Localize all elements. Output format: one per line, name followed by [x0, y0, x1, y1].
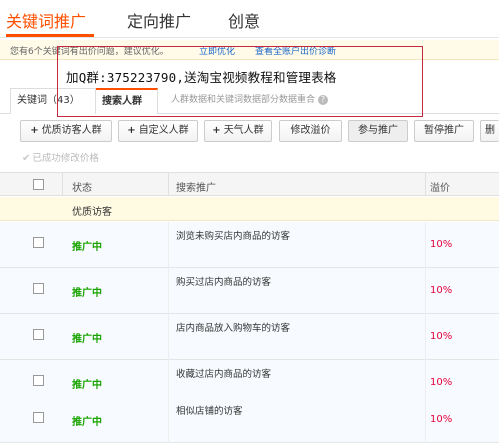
add-custom-crowd-label: 自定义人群	[138, 125, 189, 136]
group-label: 优质访客	[72, 207, 112, 218]
add-quality-crowd-label: 优质访客人群	[41, 125, 102, 136]
status-label: 推广中	[72, 417, 102, 428]
add-custom-crowd-button[interactable]: + 自定义人群	[118, 120, 198, 142]
top-navigation: 关键词推广 定向推广 创意	[0, 0, 499, 38]
column-divider	[425, 222, 426, 268]
premium-value[interactable]: 10%	[430, 331, 452, 342]
crowd-name: 店内商品放入购物车的访客	[176, 323, 291, 334]
add-weather-crowd-label: 天气人群	[223, 125, 264, 136]
crowd-name: 浏览未购买店内商品的访客	[176, 231, 291, 242]
plus-icon: +	[212, 125, 221, 136]
add-weather-crowd-button[interactable]: + 天气人群	[204, 120, 272, 142]
column-divider	[168, 397, 169, 443]
crowd-name: 购买过店内商品的访客	[176, 277, 272, 288]
premium-value[interactable]: 10%	[430, 377, 452, 388]
table-row[interactable]: 推广中 购买过店内商品的访客 10%	[0, 268, 499, 314]
edit-premium-button[interactable]: 修改溢价	[279, 120, 342, 142]
delete-button[interactable]: 删	[480, 120, 499, 142]
row-checkbox[interactable]	[33, 375, 44, 386]
tab-keyword-promotion[interactable]: 关键词推广	[6, 8, 86, 32]
premium-value[interactable]: 10%	[430, 414, 452, 425]
tab-creative[interactable]: 创意	[228, 8, 260, 32]
price-modified-indicator: ✔ 已成功修改价格	[22, 150, 99, 166]
row-checkbox[interactable]	[33, 237, 44, 248]
premium-value[interactable]: 10%	[430, 239, 452, 250]
status-label: 推广中	[72, 288, 102, 299]
check-icon: ✔	[22, 153, 31, 164]
crowd-column-header[interactable]: 搜索推广	[176, 179, 216, 194]
tab-targeted-promotion[interactable]: 定向推广	[127, 8, 191, 32]
column-divider	[168, 268, 169, 314]
table-row[interactable]: 推广中 浏览未购买店内商品的访客 10%	[0, 222, 499, 268]
crowd-name: 相似店铺的访客	[176, 406, 243, 417]
table-row[interactable]: 推广中 相似店铺的访客 10%	[0, 397, 499, 443]
column-divider	[168, 173, 169, 195]
row-checkbox[interactable]	[33, 412, 44, 423]
pause-promotion-button[interactable]: 暂停推广	[414, 120, 474, 142]
column-divider	[425, 173, 426, 195]
table-row[interactable]: 推广中 店内商品放入购物车的访客 10%	[0, 314, 499, 360]
column-divider	[425, 268, 426, 314]
toolbar: + 优质访客人群 + 自定义人群 + 天气人群 修改溢价 参与推广 暂停推广 删	[0, 120, 499, 142]
active-tab-underline	[6, 34, 94, 37]
status-label: 推广中	[72, 242, 102, 253]
status-label: 推广中	[72, 334, 102, 345]
row-checkbox[interactable]	[33, 329, 44, 340]
plus-icon: +	[30, 125, 39, 136]
status-label: 推广中	[72, 380, 102, 391]
column-divider	[168, 222, 169, 268]
join-promotion-button[interactable]: 参与推广	[348, 120, 408, 142]
price-modified-text: 已成功修改价格	[32, 153, 99, 164]
add-quality-crowd-button[interactable]: + 优质访客人群	[20, 120, 112, 142]
premium-value[interactable]: 10%	[430, 285, 452, 296]
column-divider	[425, 314, 426, 360]
crowd-name: 收藏过店内商品的访客	[176, 369, 272, 380]
column-divider	[425, 397, 426, 443]
select-all-checkbox[interactable]	[33, 179, 44, 190]
premium-column-header[interactable]: 溢价	[430, 179, 450, 194]
row-checkbox[interactable]	[33, 283, 44, 294]
column-divider	[62, 173, 63, 195]
column-divider	[168, 314, 169, 360]
group-row-quality-visitors: 优质访客	[0, 197, 499, 221]
table-header: 状态 搜索推广 溢价	[0, 172, 499, 196]
promo-overlay-text: 加Q群:375223790,送淘宝视频教程和管理表格	[66, 70, 337, 85]
status-column-header[interactable]: 状态	[72, 179, 92, 194]
plus-icon: +	[127, 125, 136, 136]
